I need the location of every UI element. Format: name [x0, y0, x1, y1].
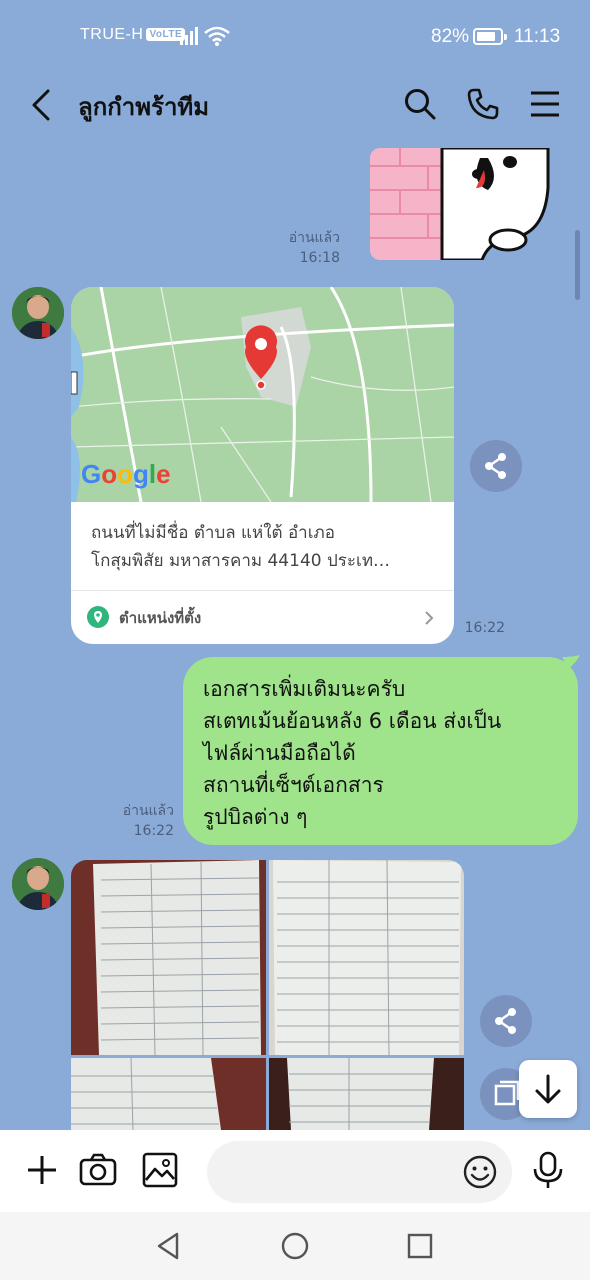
- signal-icon: [180, 27, 198, 45]
- map-thumbnail[interactable]: Google: [71, 287, 454, 502]
- location-label: ตำแหน่งที่ตั้ง: [119, 609, 202, 627]
- nav-home-icon[interactable]: [279, 1230, 311, 1262]
- plus-icon[interactable]: [22, 1150, 62, 1190]
- chat-header: ลูกกำพร้าทีม: [0, 62, 590, 148]
- photo-thumbnail[interactable]: [269, 1058, 464, 1130]
- read-receipt: อ่านแล้ว 16:18: [288, 230, 340, 266]
- share-button[interactable]: [480, 995, 532, 1047]
- wifi-icon: [204, 26, 230, 46]
- status-bar: TRUE-H VoLTE 82% 11:13: [0, 0, 590, 62]
- nav-back-icon[interactable]: [153, 1230, 185, 1262]
- avatar[interactable]: [12, 287, 64, 339]
- menu-icon[interactable]: [527, 86, 563, 122]
- google-logo: Google: [81, 459, 171, 489]
- scrollbar[interactable]: [575, 230, 580, 300]
- share-icon: [495, 1008, 516, 1034]
- share-icon: [485, 453, 506, 479]
- battery-icon: [473, 28, 507, 45]
- camera-icon[interactable]: [78, 1150, 118, 1190]
- sticker-message[interactable]: [370, 148, 550, 260]
- location-card[interactable]: Google ถนนที่ไม่มีชื่อ ตำบล แห่ใต้ อำเภอ…: [71, 287, 454, 644]
- emoji-icon[interactable]: [462, 1154, 498, 1190]
- system-nav-bar: [0, 1212, 590, 1280]
- read-receipt: อ่านแล้ว 16:22: [122, 803, 174, 839]
- back-icon[interactable]: [26, 88, 56, 122]
- chat-title: ลูกกำพร้าทีม: [78, 93, 210, 121]
- microphone-icon[interactable]: [528, 1150, 568, 1190]
- message-time: 16:22: [464, 620, 505, 636]
- search-icon[interactable]: [402, 86, 438, 122]
- location-pin-icon: [87, 606, 109, 628]
- battery-percent: 82%: [431, 26, 470, 47]
- chevron-right-icon: [425, 611, 434, 625]
- clock: 11:13: [514, 26, 561, 47]
- image-icon[interactable]: [140, 1150, 180, 1190]
- photo-thumbnail[interactable]: [71, 860, 266, 1055]
- carrier-label: TRUE-H VoLTE: [80, 26, 186, 44]
- arrow-down-icon: [535, 1074, 561, 1104]
- phone-icon[interactable]: [465, 86, 501, 122]
- location-address: ถนนที่ไม่มีชื่อ ตำบล แห่ใต้ อำเภอ โกสุมพ…: [91, 523, 391, 571]
- nav-recents-icon[interactable]: [404, 1230, 436, 1262]
- avatar[interactable]: [12, 858, 64, 910]
- photo-thumbnail[interactable]: [71, 1058, 266, 1130]
- message-input[interactable]: [207, 1141, 512, 1203]
- text-message[interactable]: เอกสารเพิ่มเติมนะครับ สเตทเม้นย้อนหลัง 6…: [183, 657, 578, 845]
- photo-thumbnail[interactable]: [269, 860, 464, 1055]
- scroll-to-bottom-button[interactable]: [519, 1060, 577, 1118]
- open-location-row[interactable]: ตำแหน่งที่ตั้ง: [71, 591, 454, 644]
- bubble-tail: [562, 655, 580, 669]
- message-input-bar: [0, 1130, 590, 1212]
- share-button[interactable]: [470, 440, 522, 492]
